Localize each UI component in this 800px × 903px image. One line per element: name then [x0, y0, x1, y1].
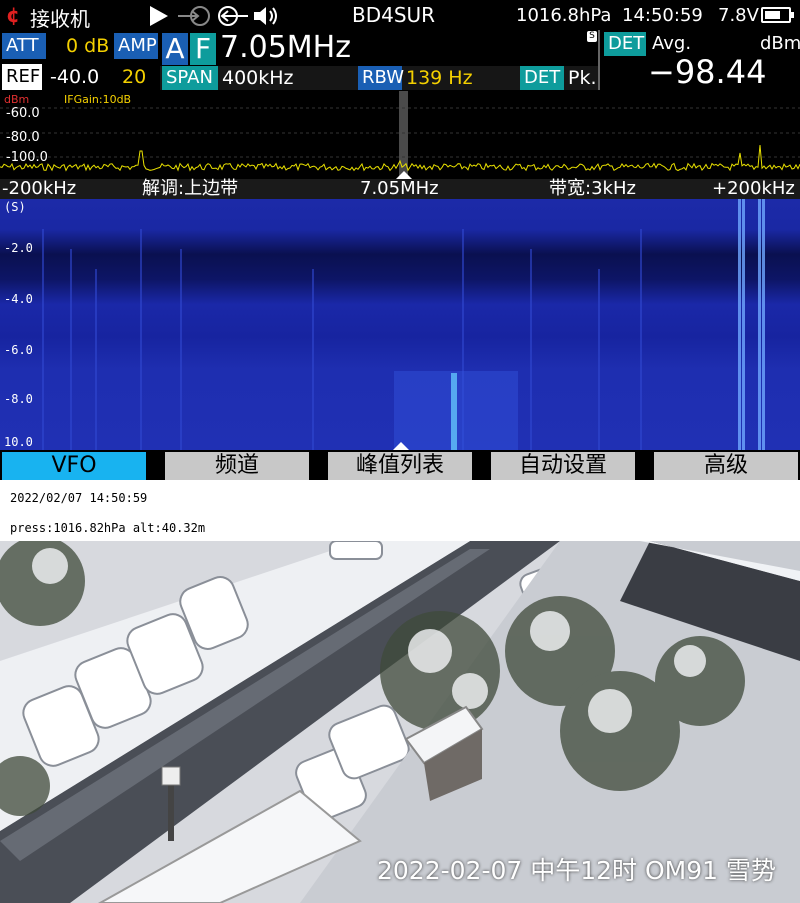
- waterfall-streak: [140, 229, 142, 450]
- clock: 14:50:59: [622, 5, 703, 26]
- frequency-axis: -200kHz 解调:上边带 7.05MHz 带宽:3kHz +200kHz: [0, 179, 800, 199]
- det-button[interactable]: DET: [520, 66, 564, 90]
- waterfall-streak: [640, 229, 642, 450]
- receiver-screen: ¢ 接收机 BD4SUR 1016.8hPa 14:50:59 7.8V ATT…: [0, 0, 800, 480]
- play-icon[interactable]: [147, 4, 171, 28]
- det-mode-value: Pk.: [568, 67, 597, 89]
- status-bar: ¢ 接收机 BD4SUR 1016.8hPa 14:50:59 7.8V: [0, 0, 800, 32]
- waterfall-time-label-4: -4.0: [4, 292, 33, 306]
- amp-button[interactable]: AMP: [114, 33, 158, 59]
- callsign: BD4SUR: [352, 3, 436, 27]
- detector-readout: DET Avg. dBm −98.44: [598, 30, 800, 90]
- waterfall-center-marker-icon: [393, 442, 409, 450]
- detector-label: DET: [604, 32, 646, 56]
- ifgain-label: IFGain:10dB: [64, 93, 131, 106]
- axis-right-label: +200kHz: [712, 178, 795, 199]
- capture-datetime: 2022/02/07 14:50:59: [10, 491, 148, 505]
- waterfall-streak: [312, 269, 314, 450]
- center-frequency[interactable]: 7.05MHz: [220, 30, 351, 65]
- battery-level-fill: [765, 11, 780, 19]
- span-value: 400kHz: [222, 67, 294, 89]
- snow-photo: 2022-02-07 中午12时 OM91 雪势: [0, 541, 800, 903]
- photo-caption: 2022-02-07 中午12时 OM91 雪势: [377, 856, 776, 885]
- waterfall-display[interactable]: [0, 199, 800, 450]
- waterfall-unit-label: (S): [4, 200, 26, 214]
- att-button[interactable]: ATT: [2, 33, 46, 59]
- output-arrow-icon: [218, 6, 248, 26]
- ref-button[interactable]: REF: [2, 64, 42, 90]
- bandwidth-label[interactable]: 带宽:3kHz: [549, 179, 636, 199]
- waterfall-streak: [738, 199, 741, 450]
- spectrum-plot[interactable]: dBm IFGain:10dB -60.0 -80.0 -100.0: [0, 91, 800, 179]
- s-marker-icon: S: [587, 31, 597, 42]
- level-label-80: -80.0: [6, 130, 40, 145]
- soft-menu: VFO 频道 峰值列表 自动设置 高级: [0, 450, 800, 480]
- att-value: 0 dB: [66, 35, 110, 57]
- menu-advanced[interactable]: 高级: [654, 452, 798, 480]
- waterfall-time-label-8: -8.0: [4, 392, 33, 406]
- menu-vfo[interactable]: VFO: [2, 452, 146, 480]
- waterfall-streak: [758, 199, 761, 450]
- ref-value: -40.0: [50, 66, 100, 88]
- input-arrow-icon: [178, 6, 210, 26]
- axis-left-label: -200kHz: [2, 178, 77, 199]
- level-label-60: -60.0: [6, 106, 40, 121]
- waterfall-time-label-2: -2.0: [4, 241, 33, 255]
- mode-a-badge[interactable]: A: [162, 33, 188, 65]
- battery-voltage: 7.8V: [718, 5, 759, 26]
- axis-center-label: 7.05MHz: [360, 178, 439, 199]
- receiver-logo-icon: ¢: [6, 3, 20, 27]
- rbw-button[interactable]: RBW: [358, 66, 404, 90]
- rbw-value: 139 Hz: [406, 67, 473, 89]
- waterfall-streak: [70, 249, 72, 450]
- waterfall-streak: [598, 269, 600, 450]
- app-title: 接收机: [30, 7, 90, 31]
- menu-auto-setup[interactable]: 自动设置: [491, 452, 635, 480]
- waterfall-signal-core: [451, 373, 457, 450]
- waterfall-streak: [42, 229, 44, 450]
- pressure-reading: 1016.8hPa: [516, 5, 612, 26]
- snow-scene-image: [0, 541, 800, 903]
- waterfall-streak: [95, 269, 97, 450]
- menu-peak-list[interactable]: 峰值列表: [328, 452, 472, 480]
- amp-value: 20: [122, 66, 147, 88]
- waterfall-streak: [742, 199, 745, 450]
- battery-icon: [761, 7, 794, 23]
- level-label-100: -100.0: [6, 150, 48, 165]
- demod-label[interactable]: 解调:上边带: [142, 179, 238, 199]
- pressure-altitude: press:1016.82hPa alt:40.32m: [10, 521, 206, 535]
- waterfall-streak: [530, 249, 532, 450]
- detector-reading: −98.44: [648, 53, 767, 91]
- waterfall-streak: [180, 249, 182, 450]
- speaker-icon[interactable]: [252, 4, 280, 28]
- span-button[interactable]: SPAN: [162, 66, 218, 90]
- waterfall-time-label-10: 10.0: [4, 435, 33, 449]
- menu-channel[interactable]: 频道: [165, 452, 309, 480]
- mode-f-badge[interactable]: F: [190, 33, 216, 65]
- waterfall-streak: [762, 199, 765, 450]
- waterfall-time-label-6: -6.0: [4, 343, 33, 357]
- spectrum-unit-label: dBm: [4, 93, 29, 106]
